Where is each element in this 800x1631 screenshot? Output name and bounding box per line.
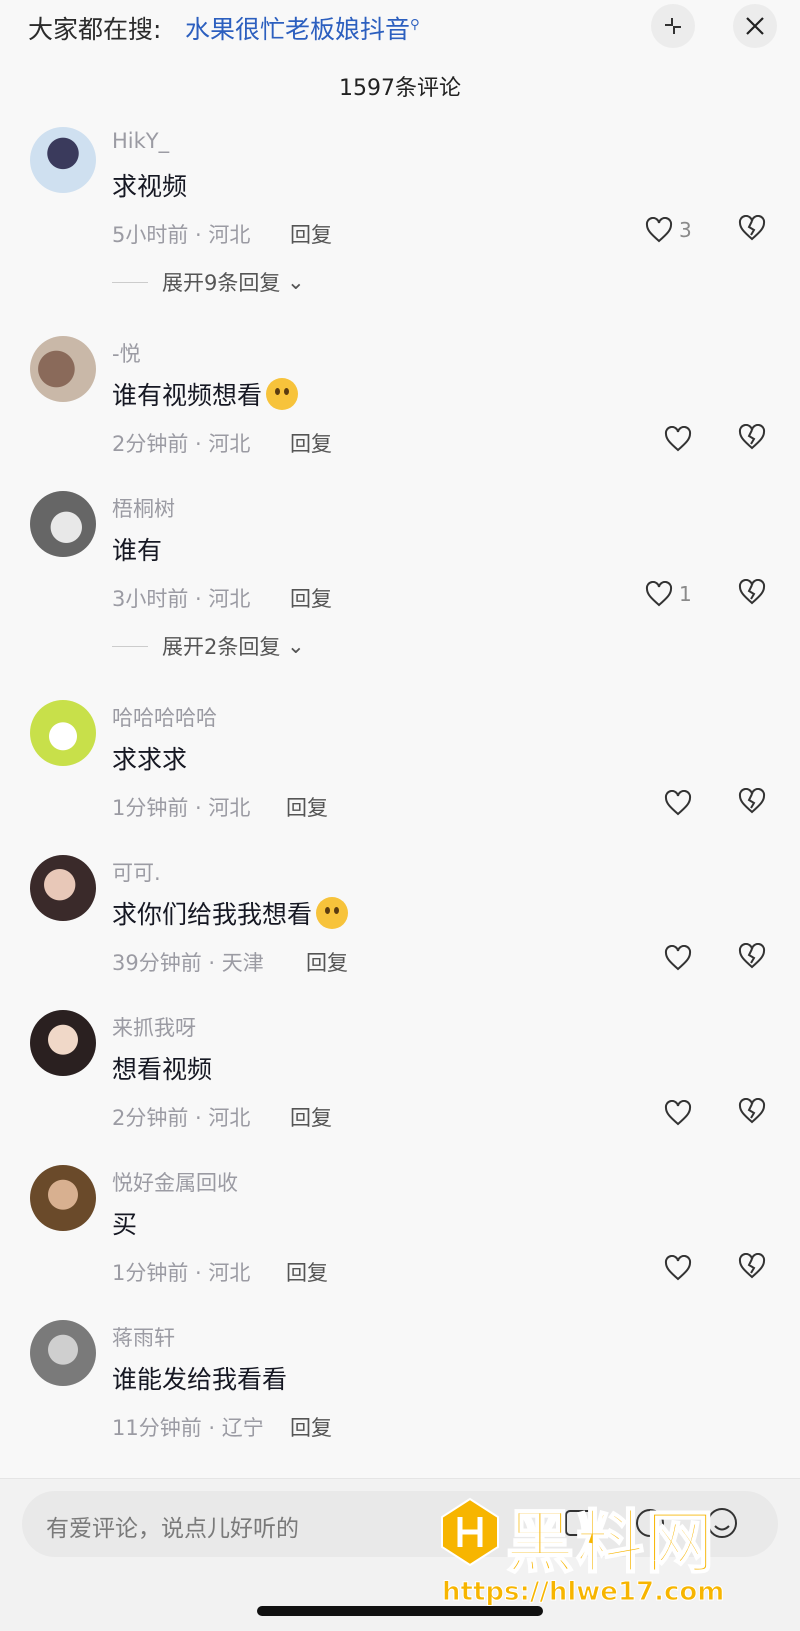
comment-time-location: 3小时前 · 河北 bbox=[112, 587, 251, 611]
reply-button[interactable]: 回复 bbox=[290, 1102, 332, 1132]
comment-text: 想看视频 bbox=[112, 1055, 213, 1084]
heart-icon bbox=[664, 426, 692, 452]
chevron-down-icon: ⌄ bbox=[280, 634, 305, 658]
emoji-icon bbox=[316, 897, 349, 929]
heart-icon bbox=[664, 945, 692, 971]
broken-heart-icon bbox=[738, 214, 766, 241]
close-button[interactable] bbox=[733, 4, 777, 48]
broken-heart-icon bbox=[738, 423, 766, 450]
comment-item: 蒋雨轩 谁能发给我看看 11分钟前 · 辽宁 回复 bbox=[0, 1320, 800, 1480]
search-suggestion-label: 大家都在搜: bbox=[28, 15, 162, 44]
dislike-button[interactable] bbox=[738, 214, 766, 245]
reply-button[interactable]: 回复 bbox=[306, 947, 348, 977]
site-watermark: 黑料网 https://hlwe17.com bbox=[436, 1487, 776, 1608]
comment-item: -悦 谁有视频想看 2分钟前 · 河北 回复 bbox=[0, 336, 800, 496]
comment-item: HikY_ 求视频 5小时前 · 河北 回复 3 展开9条回复 ⌄ bbox=[0, 127, 800, 295]
comment-username[interactable]: 悦好金属回收 bbox=[112, 1167, 238, 1197]
collapse-icon bbox=[665, 18, 681, 34]
reply-button[interactable]: 回复 bbox=[290, 583, 332, 613]
broken-heart-icon bbox=[738, 787, 766, 814]
like-button[interactable] bbox=[664, 943, 692, 973]
comment-username[interactable]: HikY_ bbox=[112, 129, 169, 153]
avatar[interactable] bbox=[30, 127, 96, 193]
expand-replies-button[interactable]: 展开2条回复 ⌄ bbox=[112, 631, 305, 661]
dislike-button[interactable] bbox=[738, 942, 766, 973]
broken-heart-icon bbox=[738, 942, 766, 969]
comment-username[interactable]: 可可. bbox=[112, 857, 161, 887]
comment-text: 求你们给我我想看 bbox=[112, 895, 349, 931]
comment-username[interactable]: 梧桐树 bbox=[112, 493, 175, 523]
broken-heart-icon bbox=[738, 578, 766, 605]
search-suggestion-link[interactable]: 水果很忙老板娘抖音⚲ bbox=[185, 10, 420, 46]
search-icon: ⚲ bbox=[410, 17, 420, 33]
dislike-button[interactable] bbox=[738, 578, 766, 609]
comment-text: 求视频 bbox=[112, 172, 188, 201]
comment-count-title: 1597条评论 bbox=[339, 76, 461, 101]
like-button[interactable]: 3 bbox=[645, 215, 692, 245]
like-button[interactable] bbox=[664, 1253, 692, 1283]
reply-button[interactable]: 回复 bbox=[286, 792, 328, 822]
heart-icon bbox=[645, 581, 673, 607]
comment-text: 谁能发给我看看 bbox=[112, 1365, 288, 1394]
dislike-button[interactable] bbox=[738, 423, 766, 454]
avatar[interactable] bbox=[30, 336, 96, 402]
comment-text: 谁有视频想看 bbox=[112, 376, 299, 412]
watermark-logo-icon bbox=[441, 1497, 499, 1567]
comment-item: 悦好金属回收 买 1分钟前 · 河北 回复 bbox=[0, 1165, 800, 1325]
home-indicator bbox=[257, 1606, 543, 1616]
avatar[interactable] bbox=[30, 700, 96, 766]
avatar[interactable] bbox=[30, 491, 96, 557]
expand-replies-button[interactable]: 展开9条回复 ⌄ bbox=[112, 267, 305, 297]
avatar[interactable] bbox=[30, 855, 96, 921]
comment-item: 梧桐树 谁有 3小时前 · 河北 回复 1 展开2条回复 ⌄ bbox=[0, 491, 800, 659]
broken-heart-icon bbox=[738, 1252, 766, 1279]
comment-item: 来抓我呀 想看视频 2分钟前 · 河北 回复 bbox=[0, 1010, 800, 1170]
dislike-button[interactable] bbox=[738, 787, 766, 818]
dislike-button[interactable] bbox=[738, 1252, 766, 1283]
emoji-icon bbox=[266, 378, 299, 410]
comment-time-location: 2分钟前 · 河北 bbox=[112, 1106, 251, 1130]
comment-time-location: 39分钟前 · 天津 bbox=[112, 951, 264, 975]
chevron-down-icon: ⌄ bbox=[280, 270, 305, 294]
reply-button[interactable]: 回复 bbox=[290, 428, 332, 458]
comment-time-location: 1分钟前 · 河北 bbox=[112, 1261, 251, 1285]
watermark-url: https://hlwe17.com bbox=[441, 1577, 725, 1608]
reply-button[interactable]: 回复 bbox=[290, 1412, 332, 1442]
comment-username[interactable]: 哈哈哈哈哈 bbox=[112, 702, 217, 732]
top-bar: 大家都在搜: 水果很忙老板娘抖音⚲ bbox=[0, 0, 800, 58]
avatar[interactable] bbox=[30, 1165, 96, 1231]
dislike-button[interactable] bbox=[738, 1097, 766, 1128]
comment-item: 哈哈哈哈哈 求求求 1分钟前 · 河北 回复 bbox=[0, 700, 800, 860]
heart-icon bbox=[664, 1100, 692, 1126]
comment-text: 谁有 bbox=[112, 536, 163, 565]
comment-username[interactable]: -悦 bbox=[112, 338, 141, 368]
collapse-button[interactable] bbox=[651, 4, 695, 48]
like-button[interactable] bbox=[664, 424, 692, 454]
like-button[interactable] bbox=[664, 788, 692, 818]
close-icon bbox=[746, 17, 764, 35]
heart-icon bbox=[645, 217, 673, 243]
comment-text: 求求求 bbox=[112, 745, 188, 774]
comment-time-location: 1分钟前 · 河北 bbox=[112, 796, 251, 820]
reply-button[interactable]: 回复 bbox=[290, 219, 332, 249]
comment-input-placeholder: 有爱评论，说点儿好听的 bbox=[46, 1516, 299, 1542]
broken-heart-icon bbox=[738, 1097, 766, 1124]
comment-time-location: 5小时前 · 河北 bbox=[112, 223, 251, 247]
reply-button[interactable]: 回复 bbox=[286, 1257, 328, 1287]
comment-username[interactable]: 来抓我呀 bbox=[112, 1012, 196, 1042]
comment-time-location: 11分钟前 · 辽宁 bbox=[112, 1416, 264, 1440]
like-count: 3 bbox=[679, 218, 692, 242]
like-button[interactable] bbox=[664, 1098, 692, 1128]
like-count: 1 bbox=[679, 582, 692, 606]
avatar[interactable] bbox=[30, 1010, 96, 1076]
heart-icon bbox=[664, 790, 692, 816]
comment-item: 可可. 求你们给我我想看 39分钟前 · 天津 回复 bbox=[0, 855, 800, 1015]
avatar[interactable] bbox=[30, 1320, 96, 1386]
comment-text: 买 bbox=[112, 1210, 138, 1239]
watermark-title: 黑料网 bbox=[505, 1503, 717, 1584]
heart-icon bbox=[664, 1255, 692, 1281]
comment-username[interactable]: 蒋雨轩 bbox=[112, 1322, 175, 1352]
comment-time-location: 2分钟前 · 河北 bbox=[112, 432, 251, 456]
like-button[interactable]: 1 bbox=[645, 579, 692, 609]
